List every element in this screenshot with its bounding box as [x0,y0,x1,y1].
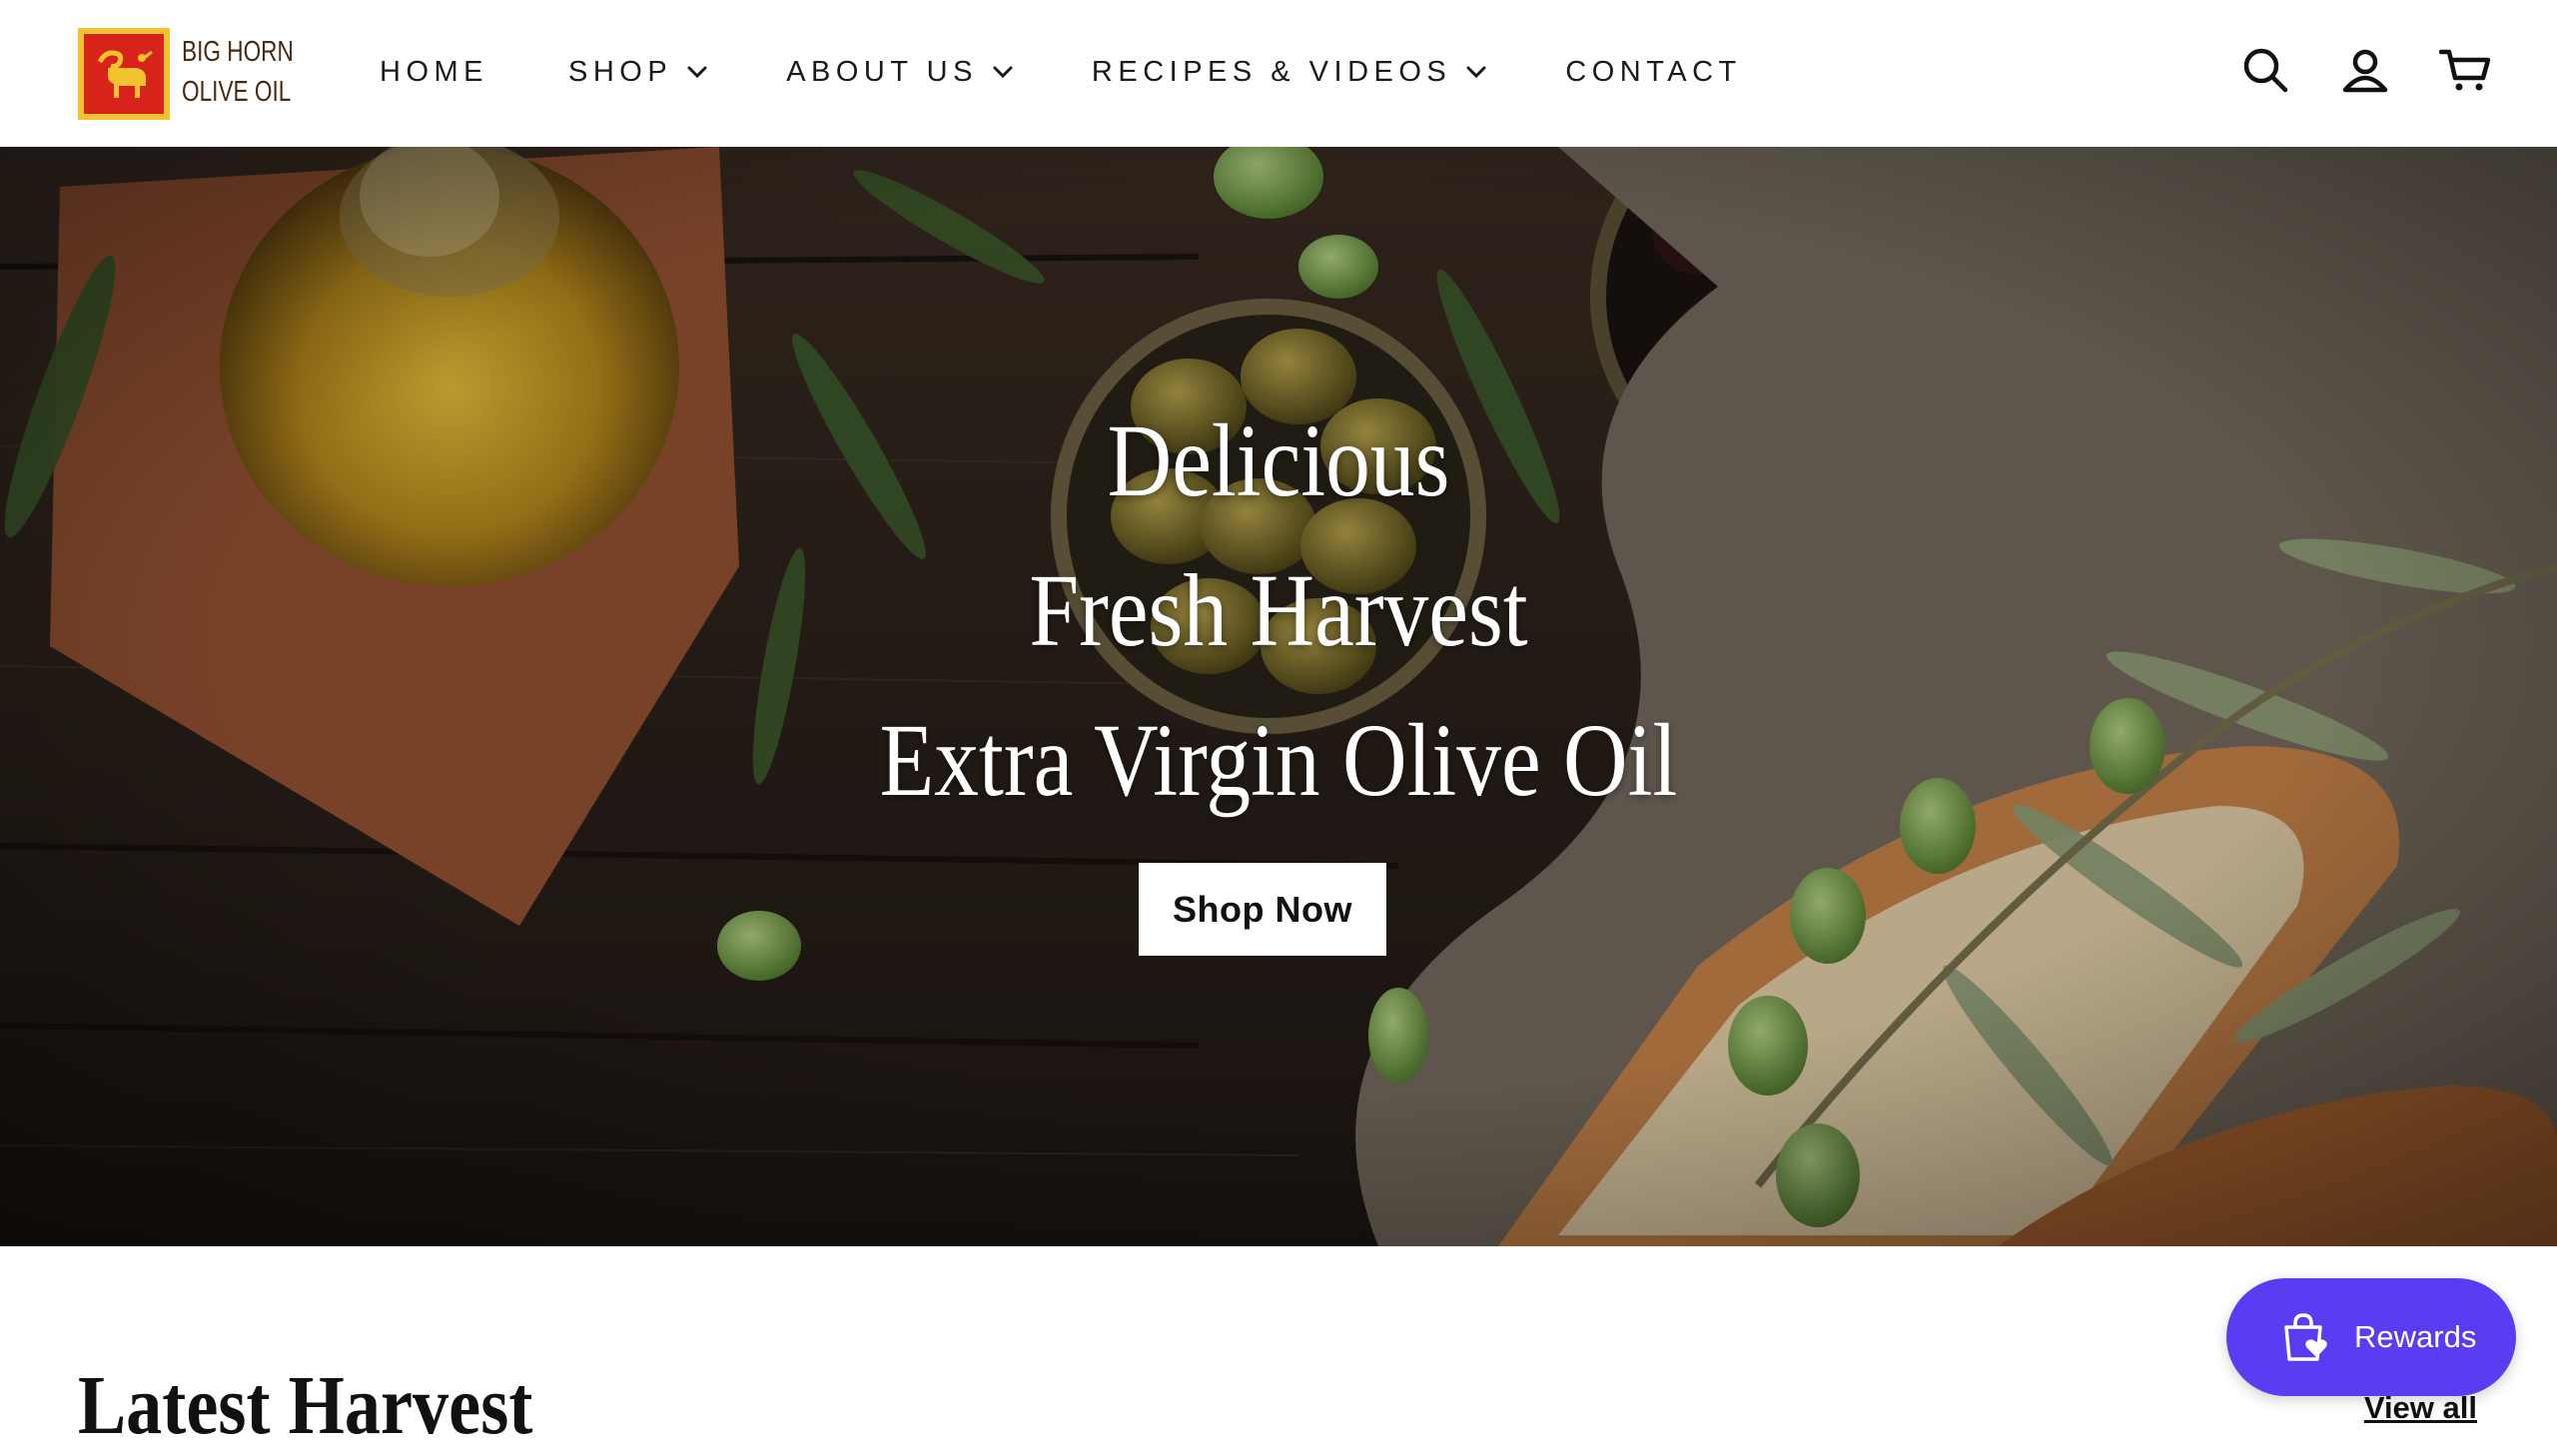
brand-logo[interactable]: BIG HORN OLIVE OIL [78,26,294,122]
nav-item-contact[interactable]: CONTACT [1565,56,1742,89]
hero-line-1: Delicious [1107,403,1450,518]
nav-label-recipes-videos: RECIPES & VIDEOS [1091,55,1452,88]
cart-icon[interactable] [2439,44,2491,96]
nav-label-shop: SHOP [568,55,673,88]
search-icon[interactable] [2239,44,2291,96]
shop-now-button[interactable]: Shop Now [1139,863,1386,956]
site-header: BIG HORN OLIVE OIL HOME SHOP ABOUT US RE… [0,0,2557,147]
chevron-down-icon [993,66,1013,79]
header-actions [2191,44,2491,96]
chevron-down-icon [687,66,707,79]
hero-line-2: Fresh Harvest [1029,553,1528,668]
account-icon[interactable] [2339,44,2391,96]
nav-item-recipes-videos[interactable]: RECIPES & VIDEOS [1092,56,1487,89]
chevron-down-icon [1466,66,1486,79]
ram-logo-icon [78,28,170,120]
hero-headline: Delicious Fresh Harvest Extra Virgin Oli… [0,386,2557,836]
nav-item-shop[interactable]: SHOP [568,56,708,89]
nav-label-contact: CONTACT [1565,55,1742,88]
nav-item-about-us[interactable]: ABOUT US [786,56,1014,89]
nav-item-home[interactable]: HOME [380,56,488,89]
section-title-latest-harvest: Latest Harvest [78,1359,533,1452]
logo-line-1: BIG HORN [182,36,294,68]
hero-banner: Delicious Fresh Harvest Extra Virgin Oli… [0,147,2557,1246]
hero-line-3: Extra Virgin Olive Oil [879,703,1678,818]
logo-line-2: OLIVE OIL [182,76,292,108]
rewards-label: Rewards [2354,1319,2477,1354]
main-nav: HOME SHOP ABOUT US RECIPES & VIDEOS CONT… [380,52,1742,92]
nav-label-home: HOME [380,55,488,88]
logo-wordmark: BIG HORN OLIVE OIL [182,32,294,112]
rewards-button[interactable]: Rewards [2226,1278,2516,1396]
nav-label-about-us: ABOUT US [786,55,978,88]
shopping-bag-heart-icon [2284,1313,2327,1361]
